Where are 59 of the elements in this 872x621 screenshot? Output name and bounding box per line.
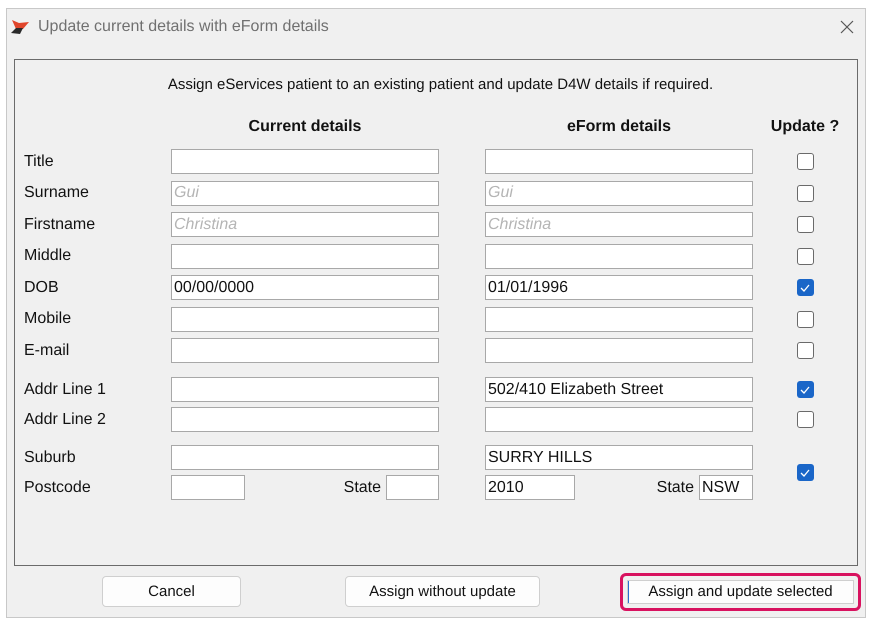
checkmark-icon <box>800 468 810 476</box>
field-label: DOB <box>24 278 59 297</box>
update-checkbox[interactable] <box>796 279 814 296</box>
update-checkbox[interactable] <box>796 411 814 428</box>
dialog-button[interactable]: Assign without update <box>345 576 540 607</box>
window-title: Update current details with eForm details <box>38 18 330 36</box>
field-label: Surname <box>24 184 89 202</box>
field-label: Title <box>24 152 54 171</box>
postcode-field[interactable] <box>171 475 245 500</box>
text-field[interactable]: Christina <box>171 212 439 238</box>
field-label: Addr Line 1 <box>24 380 106 398</box>
state-field[interactable] <box>386 475 439 500</box>
text-field[interactable] <box>485 407 753 432</box>
update-checkbox[interactable] <box>796 310 814 328</box>
dialog-button[interactable]: Assign and update selected <box>620 572 861 610</box>
text-field[interactable]: SURRY HILLS <box>485 445 753 470</box>
instruction-text: Assign eServices patient to an existing patient and update D4W details if required. <box>166 76 714 94</box>
field-label: Mobile <box>24 310 72 328</box>
text-field[interactable]: 502/410 Elizabeth Street <box>485 377 753 402</box>
field-label: E-mail <box>24 342 70 360</box>
update-checkbox[interactable] <box>796 153 814 170</box>
update-checkbox[interactable] <box>796 248 814 265</box>
text-field[interactable]: Gui <box>485 180 753 206</box>
column-header: Update ? <box>770 118 840 136</box>
checkmark-icon <box>800 284 810 292</box>
update-checkbox[interactable] <box>796 216 814 234</box>
text-field[interactable] <box>485 306 753 332</box>
update-checkbox[interactable] <box>796 381 814 398</box>
state-label: State <box>344 478 381 496</box>
text-field[interactable] <box>171 338 439 364</box>
text-field[interactable] <box>171 377 439 402</box>
postcode-field[interactable]: 2010 <box>485 475 575 500</box>
field-label: Firstname <box>24 216 96 234</box>
state-label: State <box>656 478 694 496</box>
text-field[interactable] <box>485 338 753 364</box>
column-header: Current details <box>248 118 362 136</box>
text-field[interactable] <box>485 149 753 174</box>
text-field[interactable]: Gui <box>171 180 439 206</box>
text-field[interactable]: 00/00/0000 <box>171 275 439 300</box>
text-field[interactable] <box>171 244 439 269</box>
text-field[interactable]: Christina <box>485 212 753 238</box>
update-checkbox[interactable] <box>796 342 814 360</box>
state-field[interactable]: NSW <box>699 475 753 500</box>
field-label: Postcode <box>24 478 91 496</box>
app-logo-icon <box>10 18 32 36</box>
update-checkbox[interactable] <box>796 184 814 202</box>
field-label: Middle <box>24 247 72 266</box>
text-field[interactable] <box>171 149 439 174</box>
text-field[interactable] <box>171 407 439 432</box>
text-field[interactable] <box>485 244 753 269</box>
field-label: Suburb <box>24 448 76 466</box>
text-field[interactable] <box>171 445 439 470</box>
text-field[interactable]: 01/01/1996 <box>485 275 753 300</box>
dialog-button[interactable]: Cancel <box>102 576 241 607</box>
field-label: Addr Line 2 <box>24 410 106 428</box>
update-checkbox[interactable] <box>796 464 814 481</box>
column-header: eForm details <box>566 118 672 136</box>
text-field[interactable] <box>171 306 439 332</box>
checkmark-icon <box>800 386 810 394</box>
